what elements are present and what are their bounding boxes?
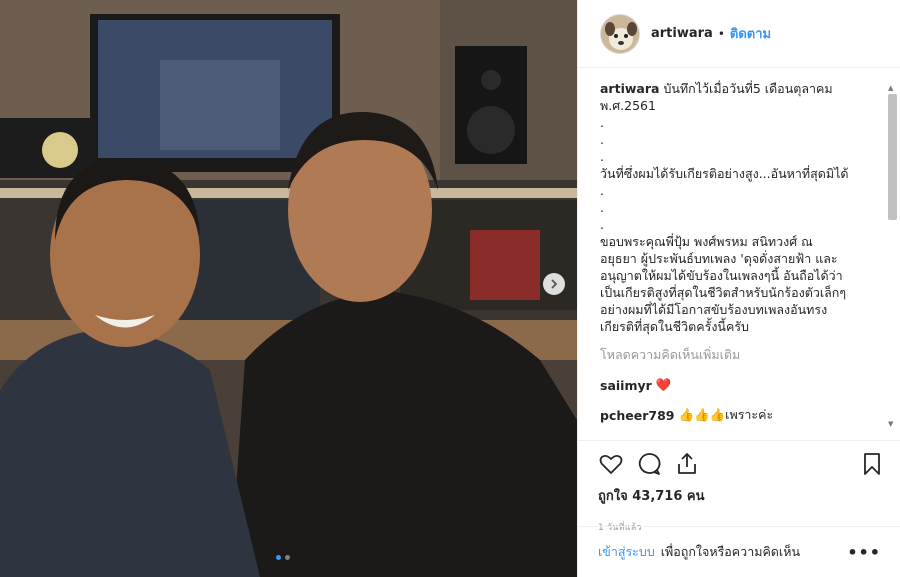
photo-image xyxy=(0,0,577,577)
carousel-indicator xyxy=(276,555,290,560)
instagram-post: artiwara • ติดตาม artiwara บันทึกไว้เมื่อ… xyxy=(0,0,900,577)
post-side-panel: artiwara • ติดตาม artiwara บันทึกไว้เมื่อ… xyxy=(577,0,900,577)
likes-count[interactable]: ถูกใจ 43,716 คน xyxy=(598,485,885,506)
more-options-button[interactable]: ••• xyxy=(847,543,881,562)
caption-line: เป็นเกียรติสูงที่สุดในชีวิตสำหรับนักร้อง… xyxy=(600,285,847,300)
follow-button[interactable]: ติดตาม xyxy=(730,23,771,44)
caption-line: อนุญาตให้ผมได้ขับร้องในเพลงๆนี้ อันถือได… xyxy=(600,268,843,283)
comment-text: ❤️ xyxy=(655,377,672,392)
load-more-comments-link[interactable]: โหลดความคิดเห็นเพิ่มเติม xyxy=(600,345,882,365)
caption-line: . xyxy=(600,115,604,130)
avatar[interactable] xyxy=(600,13,640,54)
scrollbar-thumb[interactable] xyxy=(888,94,897,220)
caption-line: อย่างผมที่ได้มีโอกาสขับร้องบทเพลงอันทรง xyxy=(600,302,828,317)
caption-line: พ.ศ.2561 xyxy=(600,98,656,113)
scroll-up-arrow-icon[interactable]: ▲ xyxy=(888,84,896,92)
share-upload-icon[interactable] xyxy=(674,451,700,477)
header-separator: • xyxy=(717,26,725,41)
bookmark-icon[interactable] xyxy=(859,451,885,477)
post-caption: artiwara บันทึกไว้เมื่อวันที่5 เดือนตุลาค… xyxy=(600,80,882,335)
header-username[interactable]: artiwara xyxy=(651,26,713,41)
caption-line: เกียรติที่สุดในชีวิตครั้งนี้ครับ xyxy=(600,319,749,334)
caption-line: ขอบพระคุณพี่ปุ้ม พงศ์พรหม สนิทวงศ์ ณ xyxy=(600,234,813,249)
action-buttons-row xyxy=(598,447,885,481)
caption-username[interactable]: artiwara xyxy=(600,81,659,96)
login-link[interactable]: เข้าสู่ระบบ xyxy=(598,542,655,562)
caption-line: . xyxy=(600,200,604,215)
caption-line: . xyxy=(600,149,604,164)
post-photo[interactable] xyxy=(0,0,577,577)
heart-outline-icon[interactable] xyxy=(598,451,624,477)
caption-line: วันที่ซึ่งผมได้รับเกียรติอย่างสูง...อันห… xyxy=(600,166,849,181)
caption-text: บันทึกไว้เมื่อวันที่5 เดือนตุลาคม xyxy=(663,81,833,96)
comment-item: pcheer789 👍👍👍เพราะค่ะ xyxy=(600,405,882,425)
next-photo-button[interactable] xyxy=(543,273,565,295)
comment-item: saiimyr ❤️ xyxy=(600,377,882,393)
caption-line: artiwara บันทึกไว้เมื่อวันที่5 เดือนตุลาค… xyxy=(600,80,882,97)
comments-scrollbar[interactable]: ▲ ▼ xyxy=(886,84,898,430)
comment-username[interactable]: saiimyr xyxy=(600,378,652,393)
login-footer: เข้าสู่ระบบ เพื่อถูกใจหรือความคิดเห็น ••… xyxy=(578,526,900,577)
login-prompt-text: เพื่อถูกใจหรือความคิดเห็น xyxy=(660,544,800,559)
comments-area[interactable]: artiwara บันทึกไว้เมื่อวันที่5 เดือนตุลาค… xyxy=(600,80,882,432)
dog-avatar-icon xyxy=(601,14,639,53)
caption-line: . xyxy=(600,183,604,198)
comment-username[interactable]: pcheer789 xyxy=(600,408,674,423)
comment-text: 👍👍👍เพราะค่ะ xyxy=(678,407,774,422)
caption-line: . xyxy=(600,217,604,232)
post-actions: ถูกใจ 43,716 คน 1 วันที่แล้ว xyxy=(578,440,900,534)
chevron-right-icon xyxy=(551,279,558,289)
caption-line: อยุธยา ผู้ประพันธ์บทเพลง 'ดุจดั่งสายฟ้า … xyxy=(600,251,838,266)
carousel-dot-1 xyxy=(276,555,281,560)
carousel-dot-2 xyxy=(285,555,290,560)
scroll-down-arrow-icon[interactable]: ▼ xyxy=(888,420,896,428)
post-header: artiwara • ติดตาม xyxy=(578,0,900,68)
speech-bubble-icon[interactable] xyxy=(636,451,662,477)
caption-line: . xyxy=(600,132,604,147)
